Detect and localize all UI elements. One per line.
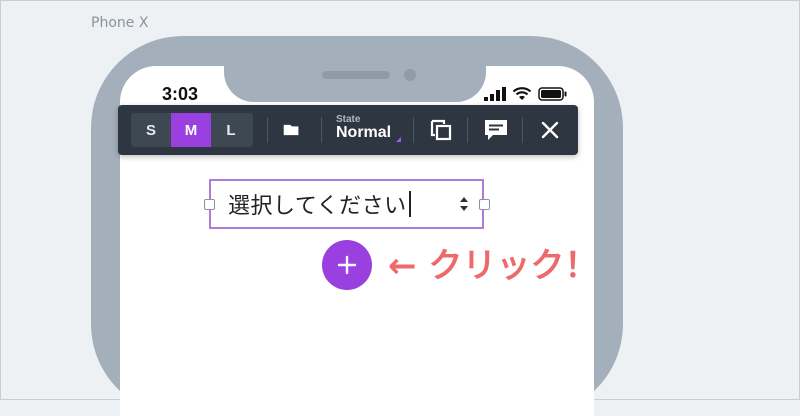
status-time: 3:03 bbox=[162, 84, 199, 104]
size-l-button[interactable]: L bbox=[211, 113, 251, 147]
phone-notch bbox=[224, 56, 486, 102]
click-annotation: ← クリック！ bbox=[388, 246, 599, 286]
size-s-button[interactable]: S bbox=[131, 113, 171, 147]
comment-icon bbox=[485, 120, 507, 140]
wifi-icon bbox=[512, 87, 532, 100]
add-button[interactable] bbox=[322, 240, 372, 290]
select-arrows-icon bbox=[460, 197, 468, 211]
toolbar-divider bbox=[522, 117, 523, 143]
close-button[interactable] bbox=[536, 116, 564, 144]
state-dropdown[interactable]: Normal bbox=[336, 124, 391, 142]
duplicate-button[interactable] bbox=[427, 116, 455, 144]
speaker-grille bbox=[322, 71, 390, 79]
battery-icon bbox=[538, 87, 567, 101]
status-icons bbox=[484, 86, 568, 102]
toolbar-divider bbox=[413, 117, 414, 143]
resize-handle-left[interactable] bbox=[204, 199, 215, 210]
comment-button[interactable] bbox=[482, 116, 510, 144]
size-selector: S M L bbox=[131, 113, 253, 147]
size-m-button[interactable]: M bbox=[171, 113, 211, 147]
duplicate-icon bbox=[430, 119, 452, 141]
folder-icon[interactable] bbox=[283, 122, 305, 138]
state-caret-icon bbox=[396, 137, 401, 142]
signal-icon bbox=[484, 87, 506, 101]
plus-icon bbox=[337, 255, 357, 275]
close-icon bbox=[541, 121, 559, 139]
text-cursor bbox=[409, 191, 411, 217]
resize-handle-right[interactable] bbox=[479, 199, 490, 210]
select-value: 選択してください bbox=[228, 194, 407, 219]
toolbar-divider bbox=[321, 117, 322, 143]
toolbar-divider bbox=[267, 117, 268, 143]
device-label: Phone X bbox=[91, 15, 149, 31]
toolbar-divider bbox=[467, 117, 468, 143]
front-camera bbox=[404, 69, 416, 81]
